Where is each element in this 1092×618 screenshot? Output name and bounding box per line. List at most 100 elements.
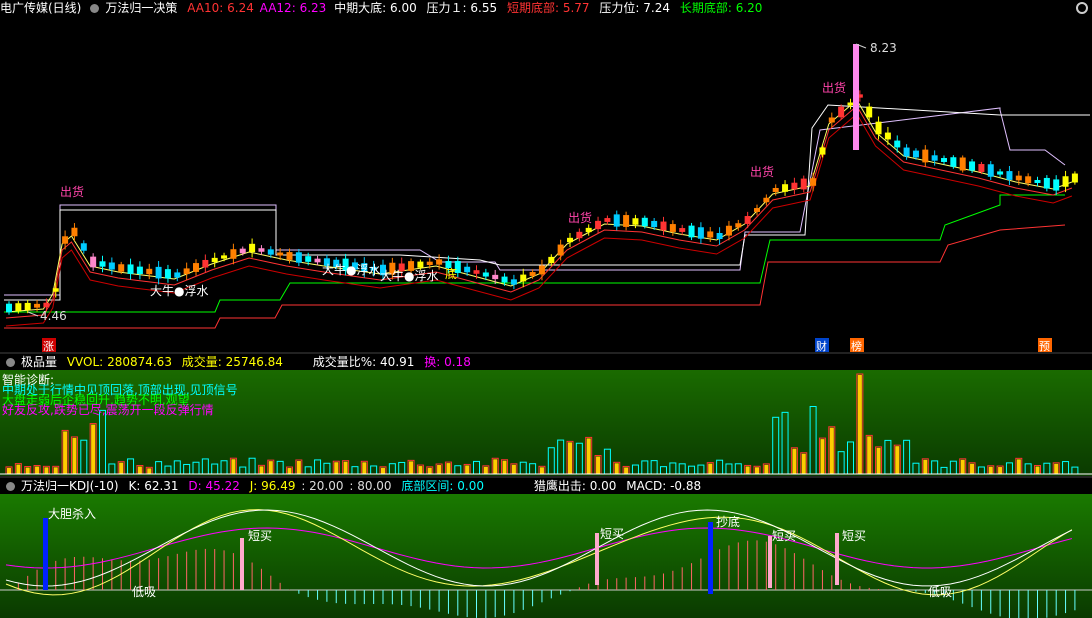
- candle: [576, 231, 583, 239]
- volume-bar-fill: [867, 436, 872, 474]
- candle: [763, 197, 770, 203]
- candle: [426, 261, 433, 266]
- candle: [744, 216, 751, 224]
- sell-label: 出货: [822, 80, 846, 95]
- candle: [510, 279, 517, 285]
- candle: [1034, 179, 1041, 184]
- volume-bar-fill: [427, 467, 432, 474]
- circle-icon[interactable]: [6, 482, 15, 491]
- candle: [305, 256, 312, 262]
- candle: [1006, 171, 1013, 180]
- signal-label: 短买: [248, 529, 272, 543]
- signal-label: 大胆杀入: [48, 506, 96, 521]
- volume-bar-fill: [923, 459, 928, 474]
- indicator-name[interactable]: 万法归一决策: [105, 1, 177, 15]
- candle: [1062, 176, 1069, 187]
- candle: [529, 272, 536, 276]
- volume-bar-fill: [137, 466, 142, 474]
- candle: [52, 288, 59, 292]
- candle: [43, 302, 50, 308]
- volume-bar-fill: [820, 439, 825, 474]
- candle: [725, 225, 732, 236]
- candle: [183, 268, 190, 275]
- candle: [697, 227, 704, 239]
- badge-label: 财: [816, 339, 827, 352]
- level-80: : 80.00: [349, 479, 392, 493]
- candle: [641, 217, 648, 227]
- volume-bar-fill: [876, 447, 881, 474]
- ratio-label: 成交量比%: 40.91: [312, 355, 415, 369]
- volume-bar-fill: [63, 431, 68, 474]
- candle: [623, 215, 630, 227]
- kdj-chart[interactable]: 大胆杀入低吸 短买 短买 抄底短买 短买低吸: [0, 478, 1092, 618]
- candle: [632, 218, 639, 225]
- diagnosis-line-3: 好友反攻,跌势已尽,震荡开一段反弹行情: [2, 403, 214, 417]
- candle: [791, 182, 798, 190]
- candle: [174, 272, 181, 278]
- signal-label: 低吸: [132, 585, 156, 599]
- d-label: D: 45.22: [188, 479, 240, 493]
- pressure-line: [4, 107, 1066, 296]
- candle: [108, 262, 115, 270]
- candle: [267, 249, 274, 255]
- candle: [202, 259, 209, 268]
- candle: [314, 258, 321, 263]
- price-panel[interactable]: 电广传媒(日线) 万法归一决策 AA10: 6.24 AA12: 6.23 中期大…: [0, 0, 1092, 352]
- mid-bottom-label: 中期大底: 6.00: [334, 1, 417, 15]
- candle: [969, 161, 976, 171]
- short-bottom-label: 短期底部: 5.77: [506, 1, 590, 15]
- volume-bar-fill: [72, 437, 77, 474]
- candle: [1025, 176, 1032, 184]
- kdj-bg: [0, 494, 1092, 618]
- candle: [884, 132, 891, 140]
- volume-bar-fill: [1016, 459, 1021, 474]
- volume-indicator-name[interactable]: 极品量: [21, 355, 57, 369]
- volume-bar-fill: [764, 464, 769, 474]
- candle: [754, 208, 760, 212]
- volume-bar-fill: [91, 424, 96, 474]
- candle: [295, 252, 302, 263]
- candle: [155, 266, 162, 279]
- kdj-indicator-name[interactable]: 万法归一KDJ(-10): [21, 479, 119, 493]
- volume-bar-fill: [418, 466, 423, 474]
- volume-bar-fill: [268, 461, 273, 474]
- candle: [800, 178, 807, 190]
- volume-bar-fill: [998, 467, 1003, 474]
- circle-icon[interactable]: [90, 4, 100, 13]
- candle: [838, 106, 845, 118]
- kdj-panel[interactable]: 万法归一KDJ(-10) K: 62.31 D: 45.22 J: 96.49 …: [0, 478, 1092, 618]
- volume-bar-fill: [960, 459, 965, 474]
- volume-panel[interactable]: 极品量 VVOL: 280874.63 成交量: 25746.84 成交量比%:…: [0, 354, 1092, 476]
- candle: [1071, 173, 1078, 183]
- candle: [473, 270, 480, 274]
- candle: [286, 252, 293, 260]
- candle: [1053, 179, 1060, 191]
- volume-bar-fill: [511, 464, 516, 474]
- aa10-label: AA10: 6.24: [187, 1, 254, 15]
- volume-bar-fill: [409, 461, 414, 474]
- candle: [62, 236, 69, 244]
- volume-bar-fill: [35, 466, 40, 474]
- eagle-label: 猎鹰出击: 0.00: [533, 479, 617, 493]
- candle: [912, 150, 919, 158]
- volume-bar-fill: [231, 459, 236, 474]
- candle: [277, 252, 284, 256]
- candlestick-chart[interactable]: 8.234.46出货出货出货出货大牛●浮水大牛●浮水 大牛●浮水 底涨财榜预: [0, 0, 1092, 352]
- signal-bar-pink: [240, 538, 244, 590]
- candle: [772, 187, 779, 193]
- high-label: 8.23: [870, 41, 897, 55]
- candle-spike: [853, 44, 859, 150]
- volume-bar-fill: [446, 463, 451, 474]
- volume-label: 成交量: 25746.84: [181, 355, 283, 369]
- candle: [436, 259, 443, 265]
- signal-bar-pink: [595, 533, 599, 585]
- candle: [997, 171, 1004, 175]
- volume-bar-fill: [25, 467, 30, 474]
- signal-label: 短买: [842, 529, 866, 543]
- candle: [669, 224, 676, 232]
- circle-icon[interactable]: [6, 358, 15, 367]
- candle: [127, 264, 134, 274]
- candle: [847, 102, 854, 106]
- volume-bar-fill: [287, 468, 292, 474]
- candle: [660, 221, 667, 231]
